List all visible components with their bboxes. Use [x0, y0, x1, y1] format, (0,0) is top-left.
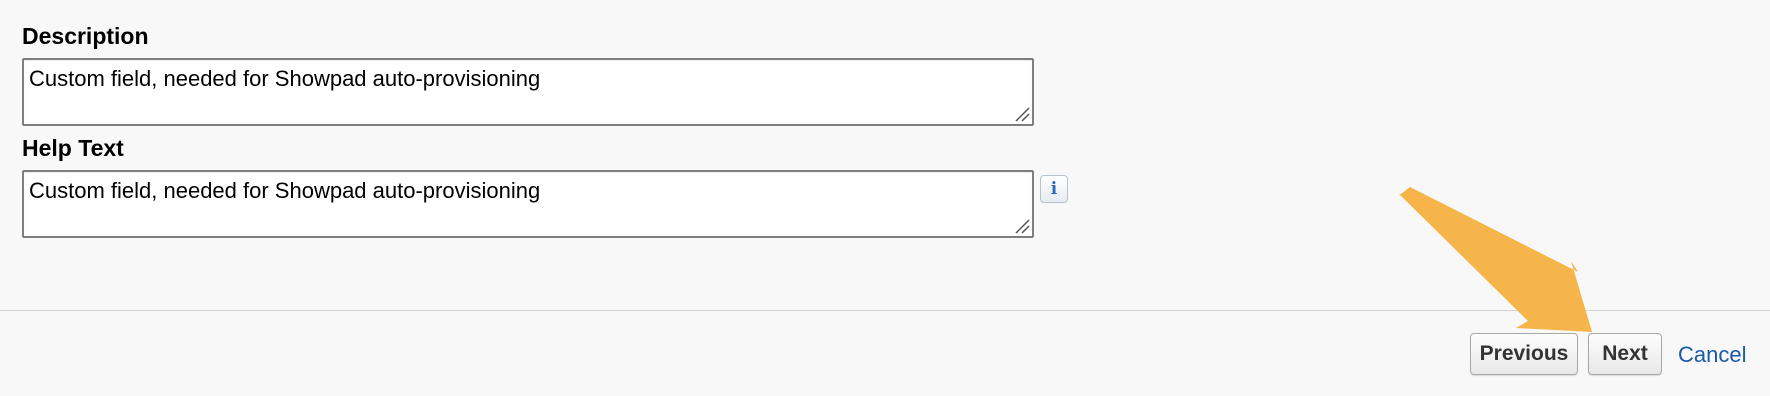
description-field[interactable]: Custom field, needed for Showpad auto-pr…	[22, 58, 1034, 126]
resize-grip-icon[interactable]	[1014, 106, 1030, 122]
previous-button[interactable]: Previous	[1470, 333, 1578, 375]
next-button[interactable]: Next	[1588, 333, 1662, 375]
cancel-link[interactable]: Cancel	[1678, 342, 1746, 368]
description-label: Description	[22, 23, 149, 49]
help-text-field[interactable]: Custom field, needed for Showpad auto-pr…	[22, 170, 1034, 238]
help-text-value: Custom field, needed for Showpad auto-pr…	[29, 178, 541, 203]
resize-grip-icon[interactable]	[1014, 218, 1030, 234]
info-icon-glyph: i	[1050, 178, 1058, 199]
description-value: Custom field, needed for Showpad auto-pr…	[29, 66, 541, 91]
footer-divider	[0, 310, 1770, 311]
info-icon[interactable]: i	[1040, 175, 1068, 203]
help-text-label: Help Text	[22, 135, 124, 161]
